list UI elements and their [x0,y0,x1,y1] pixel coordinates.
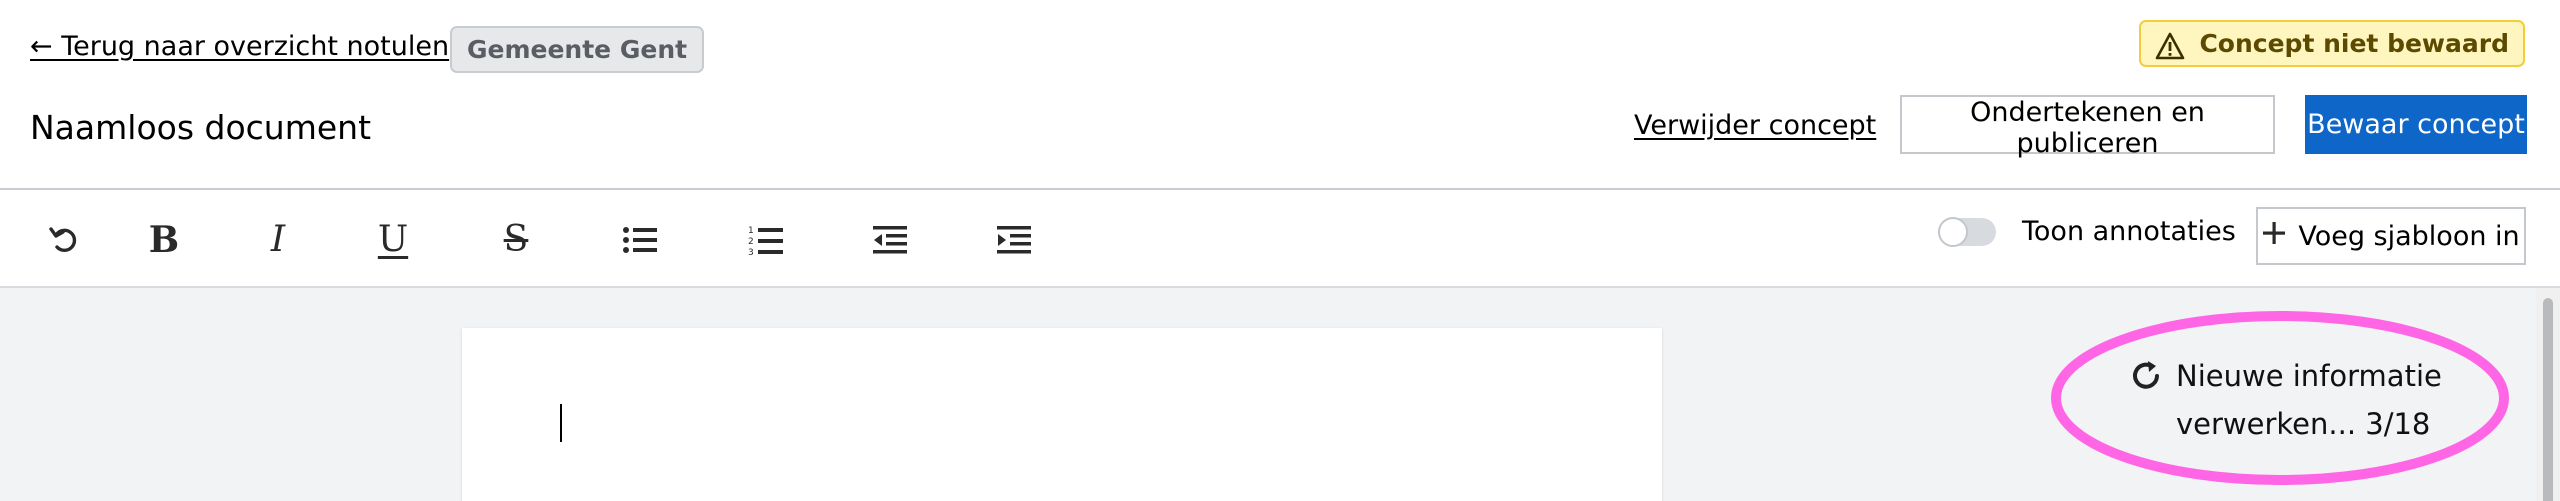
document-title[interactable]: Naamloos document [30,108,371,147]
outdent-icon [872,225,908,255]
text-cursor [560,404,562,442]
unsaved-status-text: Concept niet bewaard [2199,29,2509,58]
indent-icon [996,225,1032,255]
processing-status-line2: verwerken... 3/18 [2176,407,2431,441]
save-concept-button[interactable]: Bewaar concept [2305,95,2527,154]
numbered-list-icon: 1 2 3 [748,224,784,256]
strikethrough-button[interactable]: S [490,214,542,266]
bullet-list-button[interactable] [614,214,666,266]
underline-button[interactable]: U [367,214,419,266]
delete-concept-link[interactable]: Verwijder concept [1634,110,1876,141]
warning-icon [2155,30,2185,59]
scrollbar-thumb[interactable] [2543,298,2553,501]
underline-icon: U [377,219,409,260]
italic-button[interactable]: I [252,214,304,266]
bullet-list-icon [622,225,658,255]
outdent-button[interactable] [864,214,916,266]
document-page[interactable] [462,328,1662,501]
plus-icon [2262,221,2286,252]
insert-template-label: Voeg sjabloon in [2298,220,2520,252]
document-header: ← Terug naar overzicht notulen Gemeente … [0,0,2560,188]
refresh-icon [2128,358,2164,394]
sign-and-publish-button[interactable]: Ondertekenen en publiceren [1900,95,2275,159]
processing-status-text: Nieuwe informatie verwerken... 3/18 [2176,352,2476,448]
bold-icon: B [148,219,180,261]
editor-toolbar: B I U S 1 2 3 Toon annotaties Voeg sjabl… [0,188,2560,288]
toggle-knob [1938,216,1968,247]
processing-status-line1: Nieuwe informatie [2176,359,2442,393]
back-to-overview-link[interactable]: ← Terug naar overzicht notulen [30,31,449,62]
vertical-scrollbar[interactable] [2536,288,2560,501]
undo-icon [48,223,82,257]
annotations-switch[interactable] [1938,216,1996,247]
undo-button[interactable] [39,214,91,266]
italic-icon: I [270,219,286,260]
processing-status: Nieuwe informatie verwerken... 3/18 [2050,310,2510,486]
strikethrough-icon: S [503,219,529,260]
svg-text:2: 2 [748,237,754,247]
unsaved-status-badge: Concept niet bewaard [2139,20,2525,67]
insert-template-button[interactable]: Voeg sjabloon in [2256,207,2526,265]
annotations-toggle[interactable]: Toon annotaties [1938,216,2236,247]
annotations-toggle-label: Toon annotaties [2022,216,2236,247]
svg-text:3: 3 [748,248,754,256]
svg-text:1: 1 [748,226,754,236]
organization-badge: Gemeente Gent [450,26,705,73]
editor-canvas: Nieuwe informatie verwerken... 3/18 [0,288,2560,501]
indent-button[interactable] [988,214,1040,266]
numbered-list-button[interactable]: 1 2 3 [740,214,792,266]
bold-button[interactable]: B [138,214,190,266]
